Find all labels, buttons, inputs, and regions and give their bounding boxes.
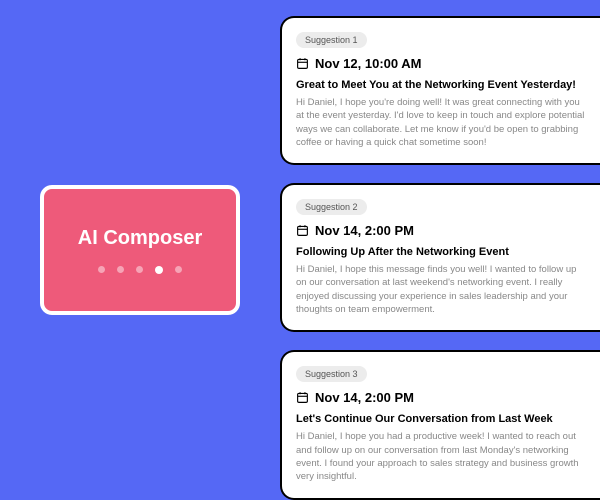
suggestion-badge: Suggestion 3	[296, 366, 367, 382]
composer-title: AI Composer	[78, 227, 202, 250]
datetime-row: Nov 14, 2:00 PM	[296, 390, 586, 405]
suggestion-badge: Suggestion 2	[296, 199, 367, 215]
composer-card: AI Composer	[40, 185, 240, 315]
carousel-dot[interactable]	[117, 266, 124, 273]
datetime-row: Nov 12, 10:00 AM	[296, 56, 586, 71]
suggestion-subject: Following Up After the Networking Event	[296, 246, 586, 258]
suggestion-body: Hi Daniel, I hope you're doing well! It …	[296, 96, 586, 149]
calendar-icon	[296, 224, 309, 237]
suggestion-badge: Suggestion 1	[296, 32, 367, 48]
suggestion-datetime: Nov 14, 2:00 PM	[315, 390, 414, 405]
calendar-icon	[296, 391, 309, 404]
suggestion-card[interactable]: Suggestion 3 Nov 14, 2:00 PM Let's Conti…	[280, 350, 600, 499]
datetime-row: Nov 14, 2:00 PM	[296, 223, 586, 238]
suggestion-card[interactable]: Suggestion 1 Nov 12, 10:00 AM Great to M…	[280, 16, 600, 165]
calendar-icon	[296, 57, 309, 70]
carousel-dot[interactable]	[98, 266, 105, 273]
suggestion-subject: Let's Continue Our Conversation from Las…	[296, 413, 586, 425]
suggestion-body: Hi Daniel, I hope you had a productive w…	[296, 430, 586, 483]
suggestion-datetime: Nov 12, 10:00 AM	[315, 56, 421, 71]
suggestion-body: Hi Daniel, I hope this message finds you…	[296, 263, 586, 316]
suggestion-subject: Great to Meet You at the Networking Even…	[296, 79, 586, 91]
carousel-dot[interactable]	[136, 266, 143, 273]
suggestion-card[interactable]: Suggestion 2 Nov 14, 2:00 PM Following U…	[280, 183, 600, 332]
left-panel: AI Composer	[0, 0, 280, 500]
carousel-dot[interactable]	[175, 266, 182, 273]
suggestions-panel: Suggestion 1 Nov 12, 10:00 AM Great to M…	[280, 0, 600, 500]
carousel-dots	[98, 266, 182, 274]
suggestion-datetime: Nov 14, 2:00 PM	[315, 223, 414, 238]
carousel-dot-active[interactable]	[155, 266, 163, 274]
